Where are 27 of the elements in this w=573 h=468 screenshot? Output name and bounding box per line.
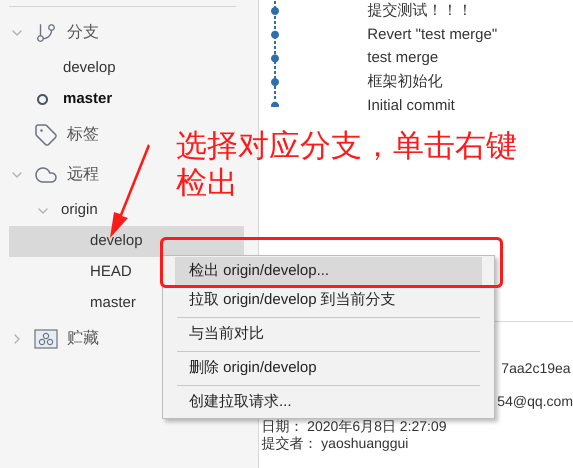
branch-icon [35,22,57,44]
remote-item[interactable]: origin [61,199,98,222]
section-header[interactable]: 远程 [67,163,99,187]
commit-detail-line: 提交者： yaoshuanggui [261,435,408,452]
branch-item[interactable]: master [63,88,112,111]
commit-detail-line: 7aa2c19ea [501,360,571,377]
section-header[interactable]: 分支 [67,21,99,45]
section-header[interactable]: 贮藏 [67,327,99,351]
commit-detail-line: 54@qq.com [497,393,573,410]
branch-item[interactable]: develop [9,226,244,257]
menu-item[interactable]: 创建拉取请求... [175,388,482,417]
menu-item[interactable]: 删除 origin/develop [175,354,482,383]
menu-item[interactable]: 与当前对比 [175,320,482,349]
commit-message[interactable]: Initial commit [367,94,498,118]
commit-message[interactable]: 框架初始化 [367,70,498,94]
menu-item[interactable]: 拉取 origin/develop 到当前分支 [175,286,482,315]
commit-message[interactable]: 提交测试！！！ [367,0,498,23]
section-header[interactable]: 标签 [67,123,99,147]
annotation-text: 选择对应分支，单击右键 [176,127,517,164]
commit-message[interactable]: test merge [367,46,498,70]
stash-icon [34,329,58,349]
branch-item[interactable]: develop [63,57,116,80]
annotation-text: 检出 [176,164,239,201]
menu-item[interactable]: 检出 origin/develop... [175,257,482,286]
commit-message[interactable]: Revert "test merge" [367,22,498,46]
commit-detail-line: 日期： 2020年6月8日 2:27:09 [261,418,447,435]
tag-icon [34,123,58,147]
